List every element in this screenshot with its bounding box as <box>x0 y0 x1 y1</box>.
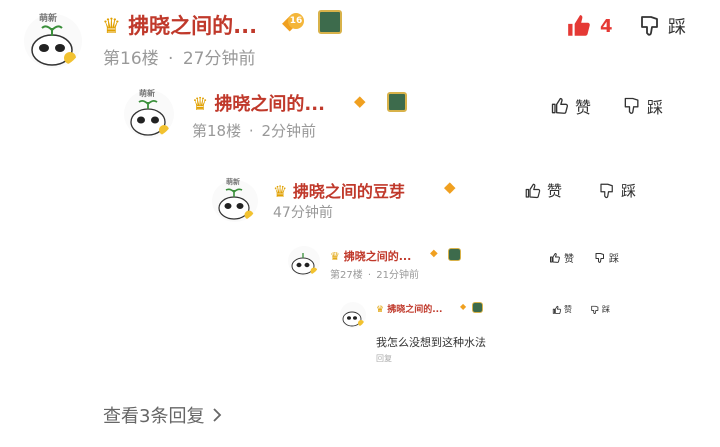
timestamp: 47分钟前 <box>273 205 333 221</box>
comment-image[interactable]: 萌新 ♛ 拂晓之间的... ◆ 第18楼 · 2分钟前 赞 踩 萌新 ♛ 拂晓之… <box>100 84 710 380</box>
avatar-tag: 萌新 <box>226 178 240 186</box>
thumb-up-icon <box>551 97 569 114</box>
dislike-button: 踩 <box>590 304 610 315</box>
username: ♛ 拂晓之间的... <box>376 305 443 315</box>
view-replies-link[interactable]: 查看3条回复 <box>103 402 224 428</box>
crown-icon: ♛ <box>330 250 340 263</box>
thumb-up-icon <box>550 252 560 263</box>
like-button: 赞 <box>552 304 572 315</box>
floor-number: 第27楼 · 21分钟前 <box>330 270 420 281</box>
timestamp: 27分钟前 <box>182 49 256 69</box>
diamond-icon: ◆ <box>430 248 438 259</box>
diamond-icon: ◆ <box>354 92 366 110</box>
avatar <box>340 302 366 328</box>
thumb-down-icon <box>591 305 599 314</box>
floor-number: 第16楼 · 27分钟前 <box>103 49 256 69</box>
diamond-icon: ◆ <box>444 178 456 196</box>
medal-icon <box>448 248 461 261</box>
crown-icon: ♛ <box>102 14 121 38</box>
reply-link: 回复 <box>376 354 392 363</box>
avatar-tag: 萌新 <box>38 14 57 24</box>
medal-icon <box>472 302 483 313</box>
avatar-tag: 萌新 <box>139 89 155 98</box>
like-button: 赞 <box>550 94 591 118</box>
crown-icon: ♛ <box>192 94 209 115</box>
dislike-button: 踩 <box>598 180 636 201</box>
crown-icon: ♛ <box>273 182 288 201</box>
level-badge: 16 <box>288 13 304 29</box>
diamond-icon: ◆ <box>460 302 467 311</box>
username[interactable]: ♛ 拂晓之间的... <box>102 10 257 40</box>
username: ♛ 拂晓之间的... <box>192 94 325 115</box>
thumb-up-icon <box>525 183 541 198</box>
dislike-button[interactable]: 踩 <box>638 13 686 39</box>
thumb-up-icon <box>552 305 562 314</box>
dislike-button: 踩 <box>622 94 663 118</box>
thumb-down-icon <box>595 252 604 263</box>
medal-icon <box>387 92 407 112</box>
username: ♛ 拂晓之间的... <box>330 250 412 263</box>
dislike-button: 踩 <box>594 250 619 265</box>
like-button: 赞 <box>549 250 574 265</box>
thumb-down-icon <box>641 16 658 36</box>
chevron-right-icon <box>213 408 222 422</box>
like-count: 4 <box>600 15 613 37</box>
panda-avatar-icon <box>342 311 364 327</box>
medal-icon <box>318 10 342 34</box>
thumb-up-icon <box>568 15 590 36</box>
panda-avatar-icon <box>291 253 318 275</box>
thumb-down-icon <box>624 97 639 114</box>
crown-icon: ♛ <box>376 305 385 315</box>
like-button[interactable]: 4 <box>566 13 613 39</box>
username: ♛ 拂晓之间的豆芽 <box>273 182 405 201</box>
thumb-down-icon <box>600 183 613 198</box>
reply-text: 我怎么没想到这种水法 <box>376 336 486 349</box>
like-button: 赞 <box>524 180 562 201</box>
avatar <box>288 246 320 276</box>
floor-number: 第18楼 · 2分钟前 <box>192 122 316 140</box>
